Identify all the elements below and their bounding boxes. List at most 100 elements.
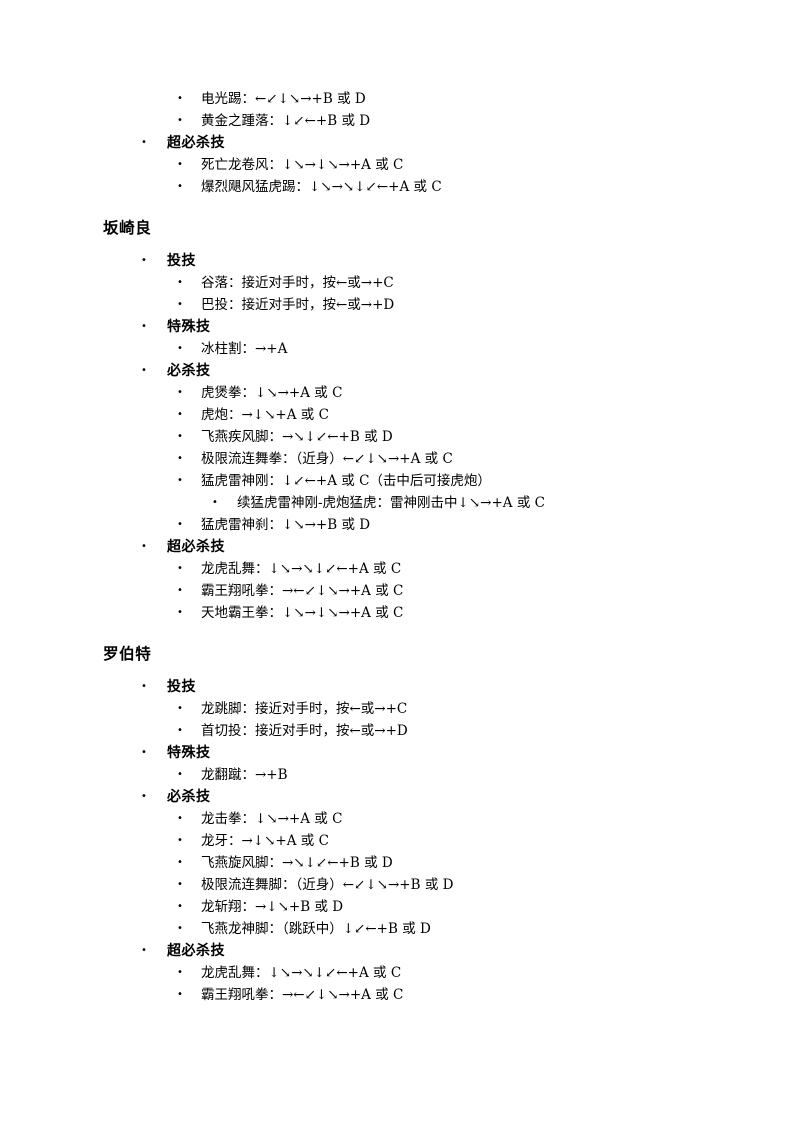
list-bullet-icon: • bbox=[141, 365, 147, 376]
document-body: • 电光踢：←↙↓↘→+B 或 D • 黄金之踵落：↓↙←+B 或 D • 超必杀技 • 死亡… bbox=[0, 88, 794, 1006]
list-bullet-icon: • bbox=[141, 945, 147, 956]
move-entry-text: 极限流连舞脚：（近身）←↙↓↘→+B 或 D bbox=[201, 877, 454, 893]
move-entry-text: 极限流连舞拳：（近身）←↙↓↘→+A 或 C bbox=[201, 451, 453, 467]
move-row: • 首切投：接近对手时，按←或→+D bbox=[0, 720, 794, 742]
list-bullet-icon: • bbox=[141, 137, 147, 148]
move-row: • 电光踢：←↙↓↘→+B 或 D bbox=[0, 88, 794, 110]
move-category-label: 超必杀技 bbox=[167, 539, 225, 555]
move-row: • 黄金之踵落：↓↙←+B 或 D bbox=[0, 110, 794, 132]
move-entry-text: 霸王翔吼拳：→←↙↓↘→+A 或 C bbox=[201, 583, 404, 599]
character-heading: 罗伯特 bbox=[103, 644, 152, 663]
move-row: • 龙翻蹴：→+B bbox=[0, 764, 794, 786]
move-entry-text: 龙牙：→↓↘+A 或 C bbox=[201, 833, 329, 849]
list-bullet-icon: • bbox=[141, 321, 147, 332]
move-row: • 猛虎雷神刚：↓↙←+A 或 C（击中后可接虎炮） bbox=[0, 470, 794, 492]
list-bullet-icon: • bbox=[177, 299, 183, 310]
document-page: • 电光踢：←↙↓↘→+B 或 D • 黄金之踵落：↓↙←+B 或 D • 超必杀技 • 死亡… bbox=[0, 0, 794, 1123]
move-row: • 龙牙：→↓↘+A 或 C bbox=[0, 830, 794, 852]
move-entry-text: 猛虎雷神刚：↓↙←+A 或 C（击中后可接虎炮） bbox=[201, 473, 491, 489]
move-category-label: 必杀技 bbox=[167, 789, 211, 805]
list-bullet-icon: • bbox=[177, 923, 183, 934]
move-entry-text: 死亡龙卷风：↓↘→↓↘→+A 或 C bbox=[201, 157, 404, 173]
move-category-label: 必杀技 bbox=[167, 363, 211, 379]
move-category-label: 投技 bbox=[167, 679, 196, 695]
list-bullet-icon: • bbox=[177, 607, 183, 618]
move-row: • 龙击拳：↓↘→+A 或 C bbox=[0, 808, 794, 830]
list-bullet-icon: • bbox=[177, 519, 183, 530]
move-row: • 龙斩翔：→↓↘+B 或 D bbox=[0, 896, 794, 918]
move-row: • 死亡龙卷风：↓↘→↓↘→+A 或 C bbox=[0, 154, 794, 176]
list-bullet-icon: • bbox=[141, 747, 147, 758]
move-entry-text: 龙击拳：↓↘→+A 或 C bbox=[201, 811, 343, 827]
move-entry-text: 霸王翔吼拳：→←↙↓↘→+A 或 C bbox=[201, 987, 404, 1003]
move-row: • 谷落：接近对手时，按←或→+C bbox=[0, 272, 794, 294]
list-bullet-icon: • bbox=[177, 93, 183, 104]
move-row: • 飞燕旋风脚：→↘↓↙←+B 或 D bbox=[0, 852, 794, 874]
list-bullet-icon: • bbox=[177, 769, 183, 780]
move-category-row: • 投技 bbox=[0, 250, 794, 272]
list-bullet-icon: • bbox=[177, 115, 183, 126]
move-entry-text: 电光踢：←↙↓↘→+B 或 D bbox=[201, 91, 366, 107]
move-category-row: • 特殊技 bbox=[0, 742, 794, 764]
list-bullet-icon: • bbox=[177, 431, 183, 442]
list-bullet-icon: • bbox=[177, 387, 183, 398]
move-entry-text: 首切投：接近对手时，按←或→+D bbox=[201, 723, 408, 739]
list-bullet-icon: • bbox=[177, 857, 183, 868]
list-bullet-icon: • bbox=[177, 159, 183, 170]
move-category-row: • 超必杀技 bbox=[0, 536, 794, 558]
move-row: • 天地霸王拳：↓↘→↓↘→+A 或 C bbox=[0, 602, 794, 624]
list-bullet-icon: • bbox=[177, 725, 183, 736]
list-bullet-icon: • bbox=[177, 563, 183, 574]
move-row: • 爆烈飓风猛虎踢：↓↘→↘↓↙←+A 或 C bbox=[0, 176, 794, 198]
move-category-row: • 超必杀技 bbox=[0, 132, 794, 154]
list-bullet-icon: • bbox=[141, 791, 147, 802]
list-bullet-icon: • bbox=[177, 181, 183, 192]
move-row: • 龙虎乱舞：↓↘→↘↓↙←+A 或 C bbox=[0, 962, 794, 984]
move-row: • 猛虎雷神刹：↓↘→+B 或 D bbox=[0, 514, 794, 536]
list-bullet-icon: • bbox=[177, 967, 183, 978]
move-entry-text: 飞燕疾风脚：→↘↓↙←+B 或 D bbox=[201, 429, 393, 445]
move-entry-text: 龙虎乱舞：↓↘→↘↓↙←+A 或 C bbox=[201, 561, 402, 577]
move-row: • 巴投：接近对手时，按←或→+D bbox=[0, 294, 794, 316]
list-bullet-icon: • bbox=[177, 703, 183, 714]
move-entry-text: 谷落：接近对手时，按←或→+C bbox=[201, 275, 394, 291]
move-category-label: 特殊技 bbox=[167, 319, 211, 335]
move-row: • 飞燕疾风脚：→↘↓↙←+B 或 D bbox=[0, 426, 794, 448]
move-category-label: 投技 bbox=[167, 253, 196, 269]
move-row: • 极限流连舞拳：（近身）←↙↓↘→+A 或 C bbox=[0, 448, 794, 470]
move-entry-text: 飞燕龙神脚：（跳跃中）↓↙←+B 或 D bbox=[201, 921, 431, 937]
move-followup-row: • 续猛虎雷神刚-虎炮猛虎：雷神刚击中↓↘→+A 或 C bbox=[0, 492, 794, 514]
list-bullet-icon: • bbox=[177, 879, 183, 890]
move-row: • 霸王翔吼拳：→←↙↓↘→+A 或 C bbox=[0, 984, 794, 1006]
move-category-row: • 必杀技 bbox=[0, 360, 794, 382]
move-entry-text: 续猛虎雷神刚-虎炮猛虎：雷神刚击中↓↘→+A 或 C bbox=[237, 495, 545, 511]
move-row: • 冰柱割：→+A bbox=[0, 338, 794, 360]
list-bullet-icon: • bbox=[212, 497, 218, 508]
move-row: • 虎煲拳：↓↘→+A 或 C bbox=[0, 382, 794, 404]
list-bullet-icon: • bbox=[177, 901, 183, 912]
move-row: • 极限流连舞脚：（近身）←↙↓↘→+B 或 D bbox=[0, 874, 794, 896]
move-row: • 霸王翔吼拳：→←↙↓↘→+A 或 C bbox=[0, 580, 794, 602]
move-category-row: • 超必杀技 bbox=[0, 940, 794, 962]
move-entry-text: 猛虎雷神刹：↓↘→+B 或 D bbox=[201, 517, 371, 533]
move-entry-text: 龙斩翔：→↓↘+B 或 D bbox=[201, 899, 344, 915]
move-entry-text: 龙翻蹴：→+B bbox=[201, 767, 288, 783]
list-bullet-icon: • bbox=[177, 343, 183, 354]
list-bullet-icon: • bbox=[177, 835, 183, 846]
move-row: • 飞燕龙神脚：（跳跃中）↓↙←+B 或 D bbox=[0, 918, 794, 940]
move-entry-text: 飞燕旋风脚：→↘↓↙←+B 或 D bbox=[201, 855, 393, 871]
move-entry-text: 龙跳脚：接近对手时，按←或→+C bbox=[201, 701, 408, 717]
move-entry-text: 天地霸王拳：↓↘→↓↘→+A 或 C bbox=[201, 605, 404, 621]
move-category-label: 特殊技 bbox=[167, 745, 211, 761]
move-category-label: 超必杀技 bbox=[167, 135, 225, 151]
character-heading: 坂崎良 bbox=[103, 218, 152, 237]
move-row: • 龙虎乱舞：↓↘→↘↓↙←+A 或 C bbox=[0, 558, 794, 580]
move-entry-text: 冰柱割：→+A bbox=[201, 341, 288, 357]
move-entry-text: 黄金之踵落：↓↙←+B 或 D bbox=[201, 113, 371, 129]
list-bullet-icon: • bbox=[177, 453, 183, 464]
move-row: • 虎炮：→↓↘+A 或 C bbox=[0, 404, 794, 426]
move-category-row: • 特殊技 bbox=[0, 316, 794, 338]
list-bullet-icon: • bbox=[177, 813, 183, 824]
list-bullet-icon: • bbox=[177, 475, 183, 486]
move-entry-text: 龙虎乱舞：↓↘→↘↓↙←+A 或 C bbox=[201, 965, 402, 981]
